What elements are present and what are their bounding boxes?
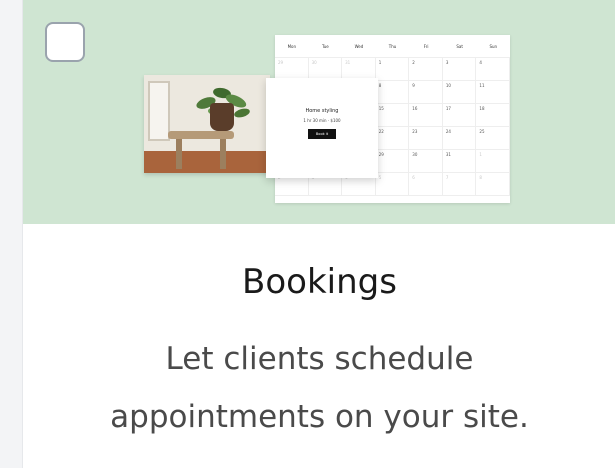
calendar-day-cell: 31 <box>442 150 477 173</box>
stool-leg <box>220 139 226 169</box>
calendar-day-cell: 2 <box>409 58 443 81</box>
popup-service-details: 1 hr 30 min · $100 <box>303 118 341 123</box>
weekday-label: Thu <box>388 43 397 49</box>
calendar-day-cell: 1 <box>375 58 410 81</box>
calendar-day-cell: 16 <box>409 104 443 127</box>
select-app-checkbox[interactable] <box>45 22 85 62</box>
calendar-day-cell: 8 <box>375 81 410 104</box>
calendar-day-cell: 17 <box>442 104 477 127</box>
calendar-day-cell: 22 <box>375 127 410 150</box>
calendar-day-cell: 4 <box>476 58 510 81</box>
weekday-label: Wed <box>354 43 364 49</box>
app-description: Let clients schedule appointments on you… <box>110 341 529 435</box>
app-title: Bookings <box>242 262 397 302</box>
calendar-day-cell: 5 <box>375 173 410 196</box>
calendar-day-cell: 11 <box>476 81 510 104</box>
calendar-day-cell: 7 <box>442 173 477 196</box>
calendar-day-cell: 24 <box>442 127 477 150</box>
card-hero-illustration: Mon Tue Wed Thu Fri Sat Sun 293031123456… <box>23 0 615 224</box>
photo-window <box>148 81 170 141</box>
weekday-label: Sun <box>489 43 498 49</box>
stool-seat <box>168 131 234 139</box>
weekday-label: Tue <box>321 43 329 49</box>
calendar-day-cell: 15 <box>375 104 410 127</box>
popup-book-button: Book it <box>308 129 336 139</box>
calendar-day-cell: 1 <box>476 150 510 173</box>
weekday-label: Mon <box>287 43 296 49</box>
plant-pot <box>210 103 234 131</box>
calendar-day-cell: 9 <box>409 81 443 104</box>
stool-leg <box>176 139 182 169</box>
calendar-day-cell: 23 <box>409 127 443 150</box>
bookings-app-card[interactable]: Mon Tue Wed Thu Fri Sat Sun 293031123456… <box>22 0 615 468</box>
calendar-day-cell: 18 <box>476 104 510 127</box>
calendar-day-cell: 25 <box>476 127 510 150</box>
weekday-label: Sat <box>456 43 463 49</box>
weekday-label: Fri <box>423 43 429 49</box>
calendar-day-cell: 8 <box>476 173 510 196</box>
plant-photo <box>144 75 270 173</box>
calendar-day-cell: 6 <box>409 173 443 196</box>
calendar-day-cell: 10 <box>442 81 477 104</box>
calendar-day-cell: 29 <box>375 150 410 173</box>
popup-service-title: Home styling <box>305 108 339 114</box>
booking-popup-preview: Home styling 1 hr 30 min · $100 Book it <box>266 78 378 178</box>
calendar-day-cell: 3 <box>442 58 477 81</box>
calendar-day-cell: 30 <box>409 150 443 173</box>
photo-floor <box>144 151 270 173</box>
calendar-weekday-header: Mon Tue Wed Thu Fri Sat Sun <box>275 35 510 57</box>
